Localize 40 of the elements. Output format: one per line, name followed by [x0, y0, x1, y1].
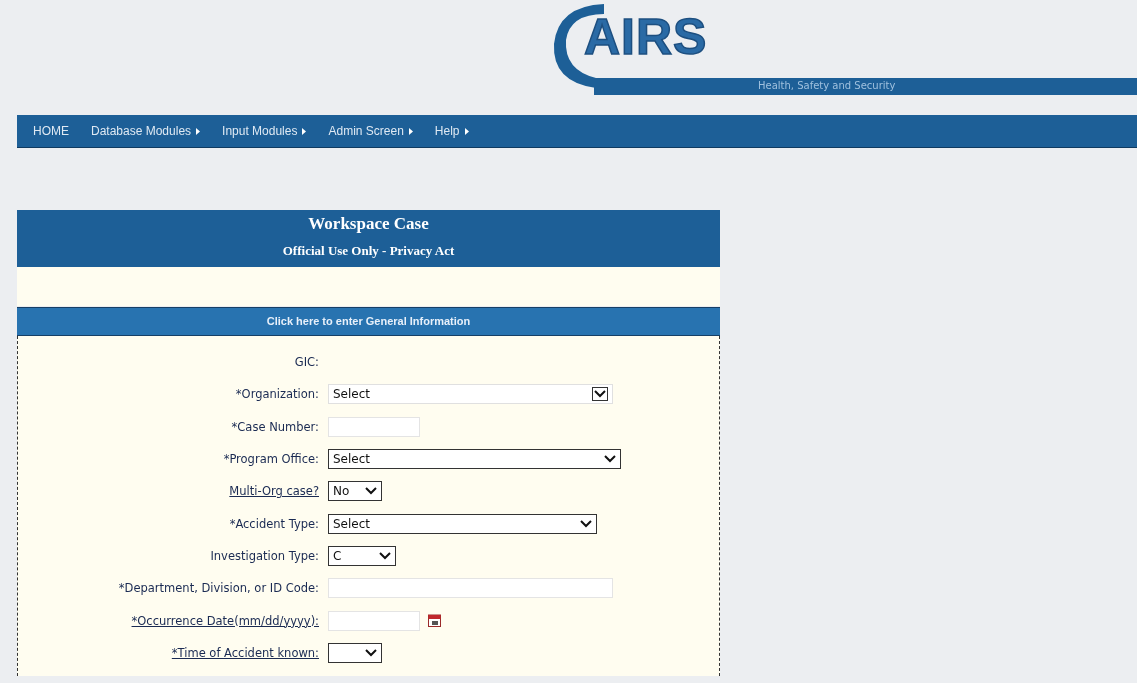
- panel-subtitle: Official Use Only - Privacy Act: [282, 243, 455, 259]
- section-header-link[interactable]: Click here to enter General Information: [17, 307, 720, 336]
- field-label: Investigation Type:: [210, 548, 319, 563]
- select-dropdown[interactable]: [328, 642, 382, 663]
- field-label: *Case Number:: [231, 419, 319, 434]
- select-dropdown[interactable]: No: [328, 481, 382, 502]
- calendar-icon[interactable]: [428, 614, 441, 627]
- chevron-down-icon: [604, 455, 616, 464]
- select-dropdown[interactable]: Select: [328, 513, 597, 534]
- input-field[interactable]: [328, 416, 420, 437]
- submenu-arrow-icon: [196, 127, 201, 135]
- chevron-down-icon: [379, 551, 391, 560]
- field-label-link[interactable]: *Occurrence Date(mm/dd/yyyy):: [131, 613, 319, 628]
- select-dropdown[interactable]: C: [328, 545, 396, 566]
- tagline: Health, Safety and Security: [758, 80, 896, 91]
- input-field[interactable]: [328, 578, 613, 599]
- field-label-link[interactable]: Multi-Org case?: [229, 484, 319, 499]
- chevron-down-icon: [365, 648, 377, 657]
- panel-title: Workspace Case: [308, 214, 429, 234]
- field-label: *Accident Type:: [229, 516, 319, 531]
- submenu-arrow-icon: [408, 127, 413, 135]
- field-label: *Organization:: [235, 387, 319, 402]
- nav-item[interactable]: Input Modules: [222, 124, 307, 138]
- input-field[interactable]: [328, 610, 420, 631]
- chevron-down-icon: [580, 519, 592, 528]
- field-label-link[interactable]: *Time of Accident known:: [171, 645, 319, 660]
- logo-text: AIRS: [584, 12, 708, 62]
- field-label: *Program Office:: [223, 452, 319, 467]
- select-dropdown[interactable]: Select: [328, 449, 621, 470]
- nav-item[interactable]: Database Modules: [91, 124, 201, 138]
- select-dropdown[interactable]: Select: [328, 384, 613, 405]
- submenu-arrow-icon: [464, 127, 469, 135]
- nav-item[interactable]: HOME: [33, 124, 69, 138]
- submenu-arrow-icon: [302, 127, 307, 135]
- field-label: *Department, Division, or ID Code:: [118, 581, 319, 596]
- nav-item[interactable]: Admin Screen: [328, 124, 413, 138]
- field-label: GIC:: [294, 355, 319, 370]
- nav-item[interactable]: Help: [434, 124, 469, 138]
- chevron-down-icon: [365, 487, 377, 496]
- chevron-down-icon: [592, 387, 608, 402]
